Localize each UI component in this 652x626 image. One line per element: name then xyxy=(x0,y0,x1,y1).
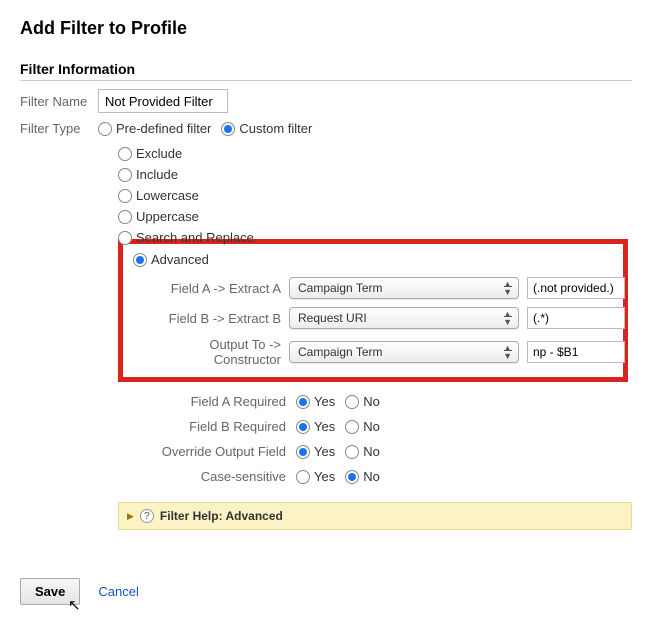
exclude-radio[interactable]: Exclude xyxy=(118,146,182,161)
save-button[interactable]: Save xyxy=(20,578,80,605)
radio-icon xyxy=(98,122,112,136)
uppercase-radio[interactable]: Uppercase xyxy=(118,209,199,224)
no-text: No xyxy=(363,469,380,484)
include-text: Include xyxy=(136,167,178,182)
radio-icon xyxy=(296,395,310,409)
field-b-required-no[interactable]: No xyxy=(345,419,380,434)
output-input[interactable] xyxy=(527,341,625,363)
output-select-value: Campaign Term xyxy=(298,345,382,359)
footer: Save Cancel ↖ xyxy=(20,578,632,605)
field-a-select[interactable]: Campaign Term ▲▼ xyxy=(289,277,519,299)
radio-icon xyxy=(133,253,147,267)
search-replace-text: Search and Replace xyxy=(136,230,254,245)
radio-icon xyxy=(345,420,359,434)
radio-icon xyxy=(345,445,359,459)
filter-help-bar[interactable]: ▶ ? Filter Help: Advanced xyxy=(118,502,632,530)
yes-text: Yes xyxy=(314,394,335,409)
filter-type-label: Filter Type xyxy=(20,121,98,136)
advanced-highlight-box: Advanced Field A -> Extract A Campaign T… xyxy=(118,239,628,382)
field-b-required-yes[interactable]: Yes xyxy=(296,419,335,434)
radio-icon xyxy=(296,470,310,484)
predefined-filter-radio[interactable]: Pre-defined filter xyxy=(98,121,211,136)
filter-name-input[interactable] xyxy=(98,89,228,113)
field-a-label: Field A -> Extract A xyxy=(141,281,281,296)
filter-name-row: Filter Name xyxy=(20,89,632,113)
override-output-no[interactable]: No xyxy=(345,444,380,459)
override-output-yes[interactable]: Yes xyxy=(296,444,335,459)
updown-icon: ▲▼ xyxy=(503,344,512,360)
yesno-section: Field A Required Yes No Field B Required… xyxy=(126,394,632,484)
lowercase-text: Lowercase xyxy=(136,188,199,203)
yes-text: Yes xyxy=(314,469,335,484)
filter-type-row: Filter Type Pre-defined filter Custom fi… xyxy=(20,121,632,136)
search-replace-radio[interactable]: Search and Replace xyxy=(118,230,254,245)
yes-text: Yes xyxy=(314,419,335,434)
custom-filter-text: Custom filter xyxy=(239,121,312,136)
yes-text: Yes xyxy=(314,444,335,459)
no-text: No xyxy=(363,394,380,409)
radio-icon xyxy=(118,168,132,182)
output-select[interactable]: Campaign Term ▲▼ xyxy=(289,341,519,363)
radio-icon xyxy=(118,189,132,203)
radio-icon xyxy=(345,470,359,484)
filter-mode-list: Exclude Include Lowercase Uppercase Sear… xyxy=(118,146,632,245)
field-b-label: Field B -> Extract B xyxy=(141,311,281,326)
field-b-select-value: Request URI xyxy=(298,311,367,325)
exclude-text: Exclude xyxy=(136,146,182,161)
field-a-required-label: Field A Required xyxy=(126,394,296,409)
radio-icon xyxy=(118,210,132,224)
case-sensitive-yes[interactable]: Yes xyxy=(296,469,335,484)
lowercase-radio[interactable]: Lowercase xyxy=(118,188,199,203)
help-icon: ? xyxy=(140,509,154,523)
field-b-select[interactable]: Request URI ▲▼ xyxy=(289,307,519,329)
cancel-link[interactable]: Cancel xyxy=(98,584,138,599)
output-label: Output To -> Constructor xyxy=(141,337,281,367)
advanced-text: Advanced xyxy=(151,252,209,267)
advanced-field-grid: Field A -> Extract A Campaign Term ▲▼ Fie… xyxy=(141,277,613,367)
updown-icon: ▲▼ xyxy=(503,280,512,296)
radio-icon xyxy=(118,147,132,161)
section-title: Filter Information xyxy=(20,61,632,81)
updown-icon: ▲▼ xyxy=(503,310,512,326)
radio-icon xyxy=(221,122,235,136)
advanced-radio[interactable]: Advanced xyxy=(133,252,209,267)
no-text: No xyxy=(363,444,380,459)
help-bar-text: Filter Help: Advanced xyxy=(160,509,283,523)
include-radio[interactable]: Include xyxy=(118,167,178,182)
radio-icon xyxy=(118,231,132,245)
triangle-right-icon: ▶ xyxy=(127,511,134,522)
case-sensitive-no[interactable]: No xyxy=(345,469,380,484)
radio-icon xyxy=(296,420,310,434)
custom-filter-radio[interactable]: Custom filter xyxy=(221,121,312,136)
no-text: No xyxy=(363,419,380,434)
field-a-select-value: Campaign Term xyxy=(298,281,382,295)
uppercase-text: Uppercase xyxy=(136,209,199,224)
field-a-required-no[interactable]: No xyxy=(345,394,380,409)
override-output-label: Override Output Field xyxy=(126,444,296,459)
field-b-required-label: Field B Required xyxy=(126,419,296,434)
field-b-input[interactable] xyxy=(527,307,625,329)
page-title: Add Filter to Profile xyxy=(20,18,632,39)
filter-name-label: Filter Name xyxy=(20,94,98,109)
predefined-filter-text: Pre-defined filter xyxy=(116,121,211,136)
field-a-required-yes[interactable]: Yes xyxy=(296,394,335,409)
field-a-input[interactable] xyxy=(527,277,625,299)
radio-icon xyxy=(345,395,359,409)
radio-icon xyxy=(296,445,310,459)
case-sensitive-label: Case-sensitive xyxy=(126,469,296,484)
